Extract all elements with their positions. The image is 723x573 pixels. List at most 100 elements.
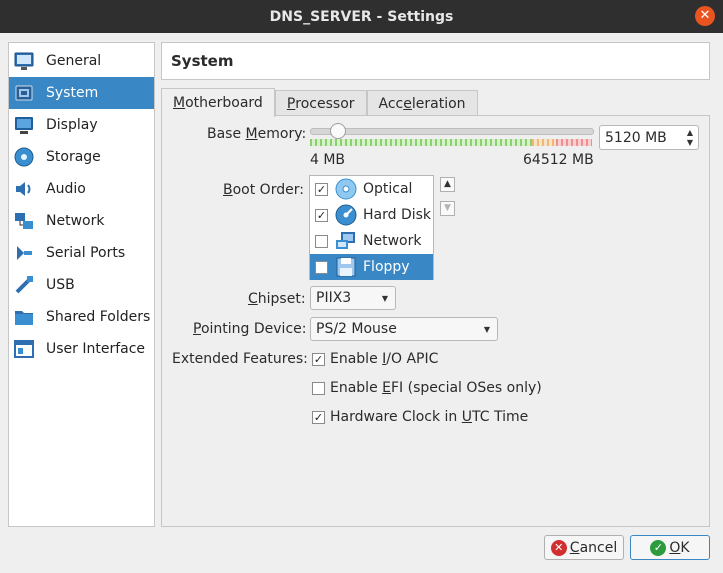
storage-icon: [13, 146, 35, 168]
boot-hard-disk-checkbox[interactable]: ✓: [315, 208, 328, 222]
usb-icon: [13, 274, 35, 296]
sidebar-item-label: Audio: [46, 181, 86, 197]
label-mnemonic: C: [569, 539, 580, 556]
tab-label-part: rocessor: [295, 96, 355, 112]
label-mnemonic: C: [248, 291, 258, 307]
label-part: ancel: [579, 539, 618, 556]
cancel-button[interactable]: ✕ Cancel: [544, 535, 624, 560]
boot-item-floppy[interactable]: Floppy: [310, 254, 433, 280]
enable-io-apic-checkbox[interactable]: ✓: [312, 352, 325, 366]
enable-efi-option[interactable]: Enable EFI (special OSes only): [312, 380, 542, 396]
boot-item-network[interactable]: Network: [310, 228, 433, 254]
audio-icon: [13, 178, 35, 200]
tab-bar: Motherboard Processor Acc e leration: [161, 88, 478, 117]
button-label: OK: [669, 540, 689, 556]
boot-item-label: Network: [363, 233, 422, 249]
boot-item-label: Optical: [363, 181, 413, 197]
sidebar-item-label: User Interface: [46, 341, 146, 357]
sidebar-item-storage[interactable]: Storage: [9, 141, 154, 173]
enable-efi-checkbox[interactable]: [312, 381, 325, 395]
enable-io-apic-option[interactable]: ✓ Enable I/O APIC: [312, 351, 438, 367]
shared-folders-icon: [13, 306, 35, 328]
spin-down-icon[interactable]: ▼: [687, 138, 693, 148]
sidebar-item-general[interactable]: General: [9, 45, 154, 77]
chevron-down-icon: ▼: [381, 294, 388, 303]
boot-move-up-button[interactable]: ▲: [440, 177, 455, 192]
base-memory-spinbox[interactable]: 5120 MB ▲ ▼: [599, 125, 699, 150]
sidebar-item-label: Network: [46, 213, 105, 229]
boot-item-label: Floppy: [363, 259, 410, 275]
base-memory-label: Base Memory:: [207, 126, 306, 142]
tab-label-mnemonic: P: [286, 96, 296, 112]
sidebar-item-label: Shared Folders: [46, 309, 151, 325]
tab-label-part: otherboard: [185, 95, 263, 111]
tab-motherboard[interactable]: Motherboard: [161, 88, 275, 117]
spin-up-icon[interactable]: ▲: [687, 128, 693, 138]
chipset-label: Chipset:: [248, 291, 306, 307]
label-part: K: [680, 539, 690, 556]
boot-optical-checkbox[interactable]: ✓: [315, 182, 328, 196]
label-part: /O APIC: [386, 351, 439, 367]
tab-label-part: leration: [411, 96, 466, 112]
ok-button[interactable]: ✓ OK: [630, 535, 710, 560]
sidebar-item-audio[interactable]: Audio: [9, 173, 154, 205]
label-mnemonic: M: [245, 126, 258, 142]
ok-icon: ✓: [650, 539, 667, 556]
close-window-button[interactable]: ✕: [695, 6, 715, 26]
boot-item-hard-disk[interactable]: ✓ Hard Disk: [310, 202, 433, 228]
pointing-device-value: PS/2 Mouse: [316, 321, 397, 337]
sidebar-item-label: Display: [46, 117, 98, 133]
sidebar-item-serial-ports[interactable]: Serial Ports: [9, 237, 154, 269]
pointing-device-select[interactable]: PS/2 Mouse ▼: [310, 317, 498, 341]
general-icon: [13, 50, 35, 72]
memory-range-warning: [532, 139, 556, 146]
sidebar-item-label: Serial Ports: [46, 245, 126, 261]
boot-move-down-button[interactable]: ▼: [440, 201, 455, 216]
user-interface-icon: [13, 338, 35, 360]
spinbox-arrows[interactable]: ▲ ▼: [682, 126, 698, 149]
label-mnemonic: E: [382, 380, 391, 396]
label-mnemonic: O: [669, 539, 681, 556]
chevron-down-icon: ▼: [483, 325, 490, 334]
sidebar-item-system[interactable]: System: [9, 77, 154, 109]
sidebar-item-user-interface[interactable]: User Interface: [9, 333, 154, 365]
cancel-icon: ✕: [550, 539, 567, 556]
pointing-device-label: Pointing Device:: [193, 321, 306, 337]
arrow-up-icon: ▲: [444, 179, 451, 189]
page-title-text: System: [171, 52, 234, 70]
label-part: ointing Device:: [200, 321, 307, 337]
floppy-icon: [335, 256, 357, 278]
label-mnemonic: B: [223, 182, 233, 198]
sidebar-item-network[interactable]: Network: [9, 205, 154, 237]
base-memory-slider[interactable]: [310, 128, 594, 135]
boot-order-label: Boot Order:: [223, 182, 304, 198]
sidebar-item-display[interactable]: Display: [9, 109, 154, 141]
tab-acceleration[interactable]: Acc e leration: [366, 90, 478, 117]
label-mnemonic: U: [461, 409, 472, 425]
chipset-select[interactable]: PIIX3 ▼: [310, 286, 396, 310]
hardware-clock-utc-option[interactable]: ✓ Hardware Clock in UTC Time: [312, 409, 528, 425]
extended-features-label: Extended Features:: [172, 351, 308, 367]
boot-item-label: Hard Disk: [363, 207, 432, 223]
memory-min-label: 4 MB: [310, 152, 346, 168]
base-memory-slider-handle[interactable]: [330, 123, 347, 139]
sidebar-item-shared-folders[interactable]: Shared Folders: [9, 301, 154, 333]
label-part: Base: [207, 126, 246, 142]
boot-item-optical[interactable]: ✓ Optical: [310, 176, 433, 202]
boot-floppy-checkbox[interactable]: [315, 260, 328, 274]
label-part: emory:: [257, 126, 307, 142]
memory-range-danger: [556, 139, 592, 146]
sidebar-item-usb[interactable]: USB: [9, 269, 154, 301]
hardware-clock-utc-checkbox[interactable]: ✓: [312, 410, 325, 424]
network-boot-icon: [335, 230, 357, 252]
tab-processor[interactable]: Processor: [274, 90, 367, 117]
sidebar-item-label: USB: [46, 277, 75, 293]
label-part: oot Order:: [232, 182, 304, 198]
boot-network-checkbox[interactable]: [315, 234, 328, 248]
option-label: Enable I/O APIC: [330, 351, 438, 367]
label-part: TC Time: [472, 409, 529, 425]
sidebar-item-label: System: [46, 85, 99, 101]
label-part: hipset:: [257, 291, 306, 307]
system-icon: [13, 82, 35, 104]
label-part: Hardware Clock in: [330, 409, 462, 425]
